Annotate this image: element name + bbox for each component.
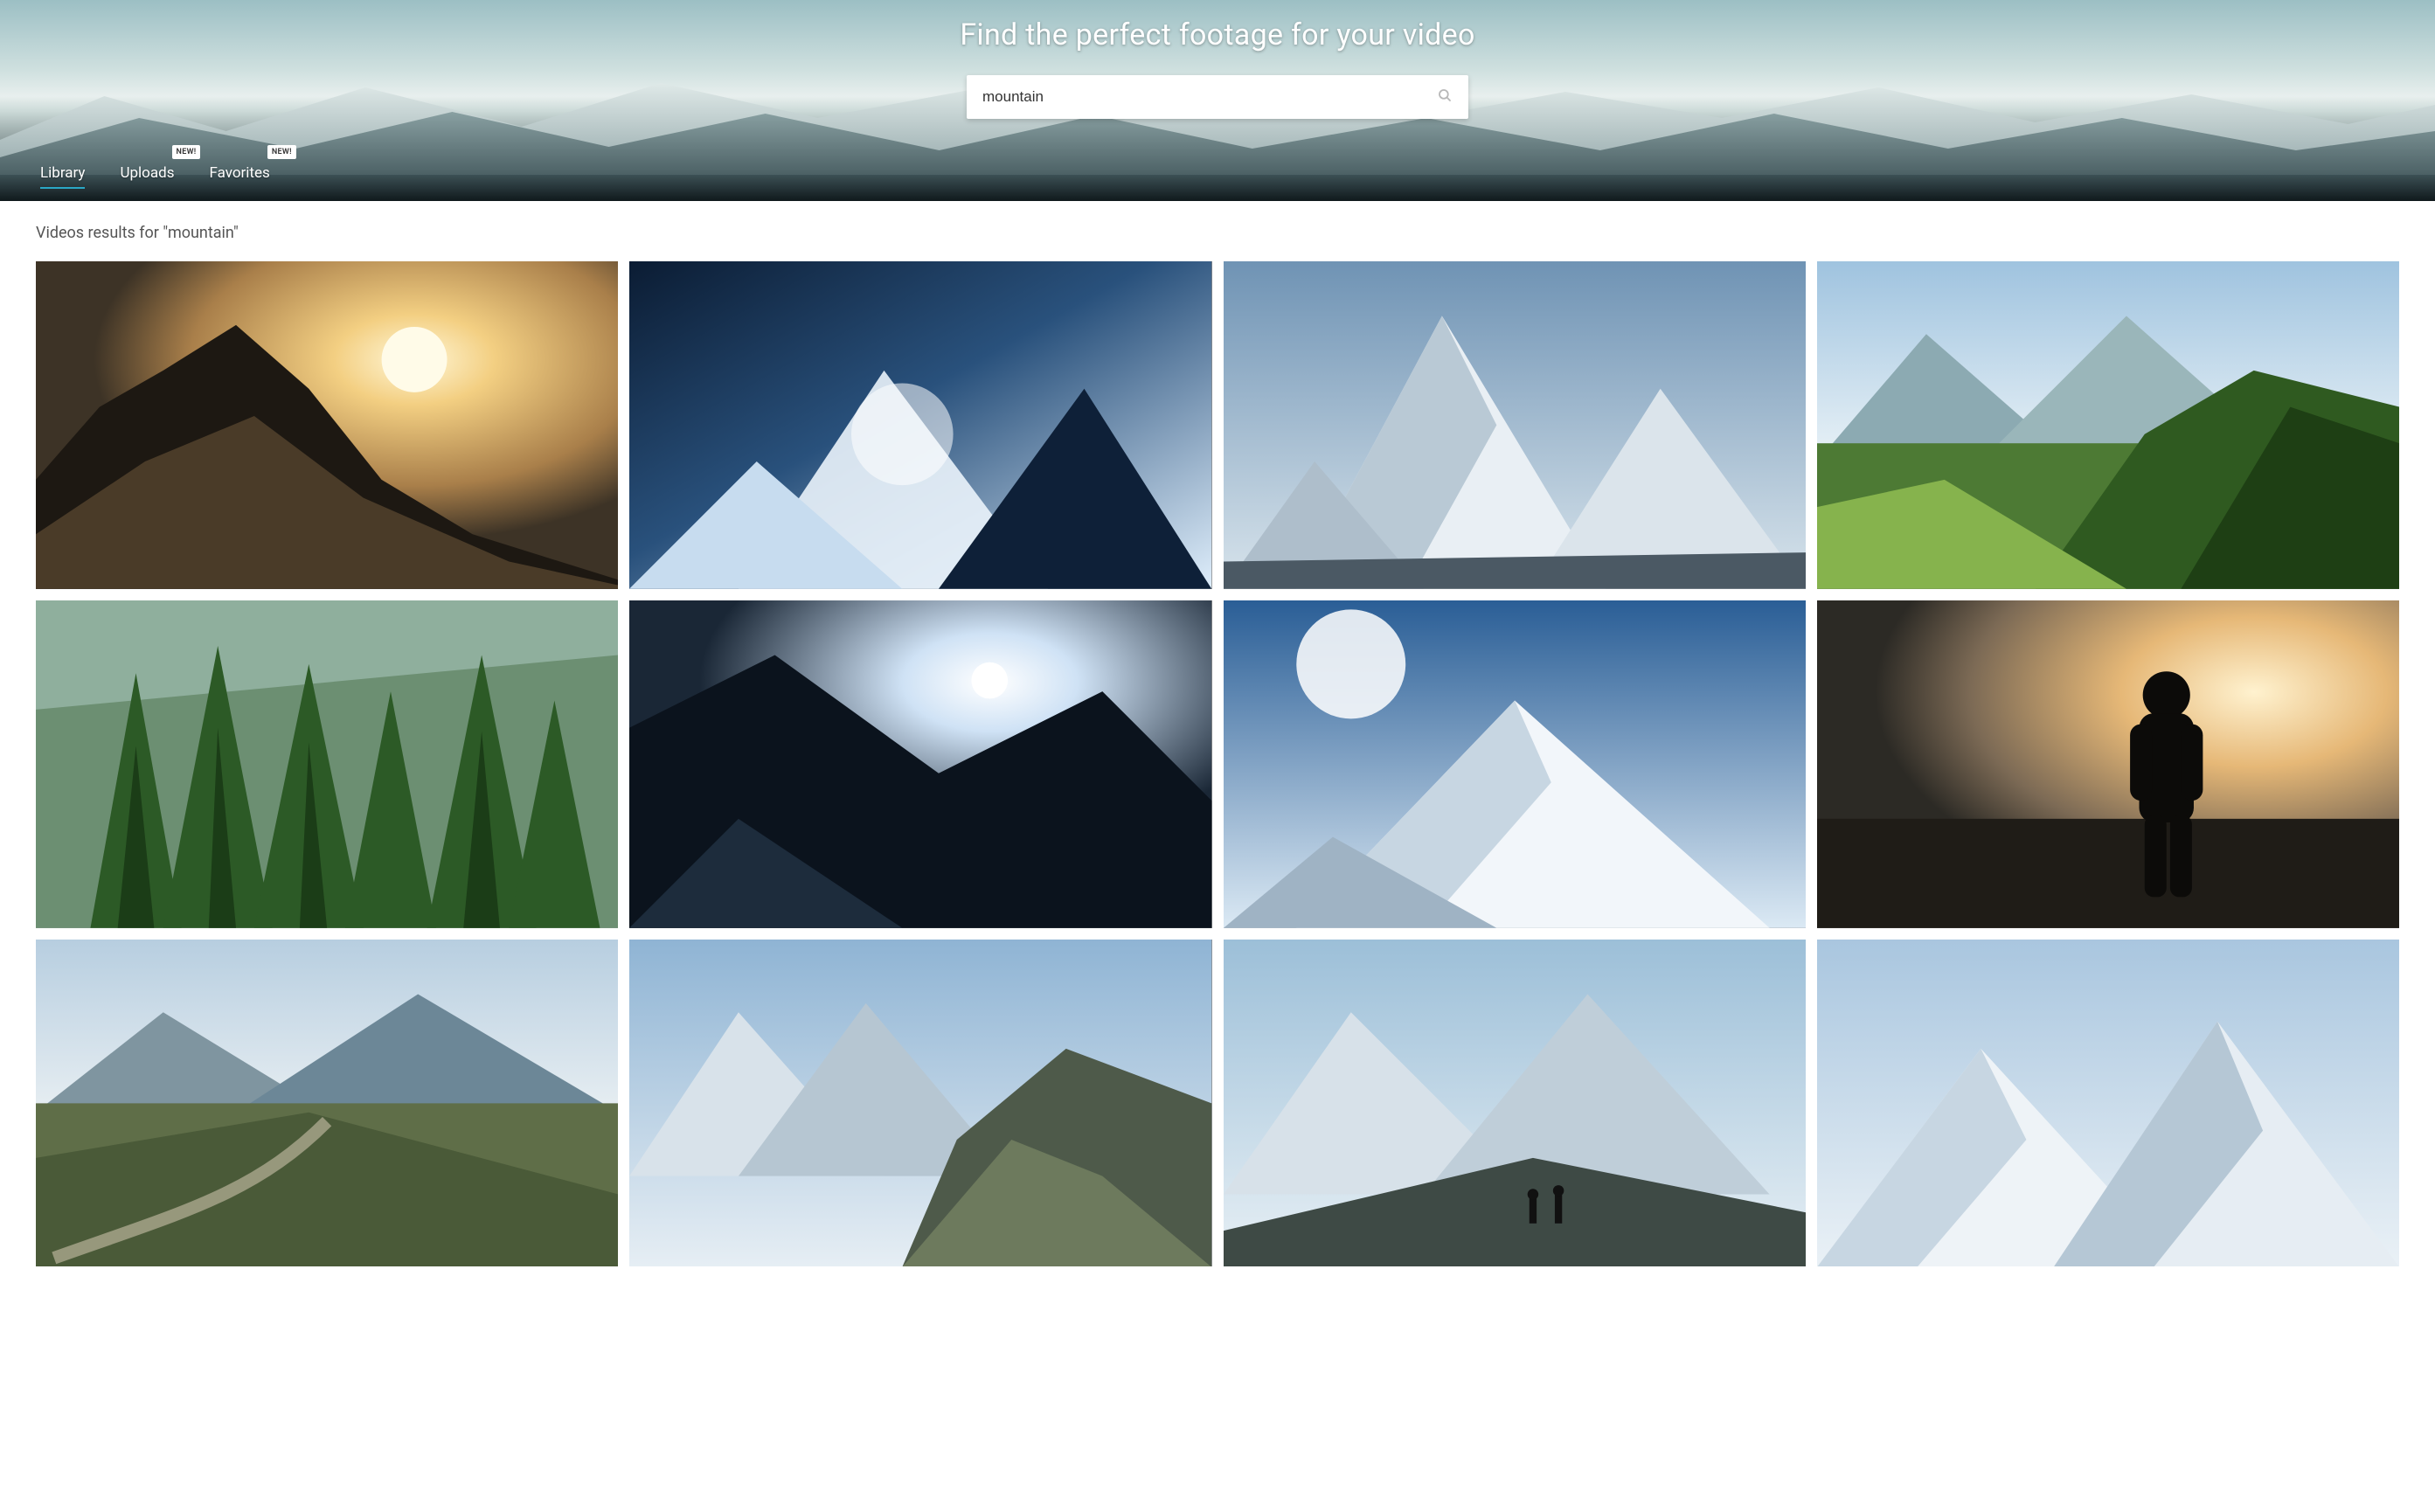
tab-uploads[interactable]: Uploads NEW!: [120, 164, 174, 189]
video-thumb[interactable]: [36, 940, 618, 1267]
tab-label: Favorites: [209, 164, 269, 182]
tab-library[interactable]: Library: [40, 164, 85, 189]
video-thumb[interactable]: [36, 261, 618, 589]
search-bar[interactable]: [967, 75, 1468, 119]
results-section: Videos results for "mountain": [0, 201, 2435, 1301]
tab-label: Uploads: [120, 164, 174, 182]
video-thumb[interactable]: [1817, 600, 2399, 928]
video-thumb[interactable]: [1224, 261, 1806, 589]
video-thumb[interactable]: [1224, 600, 1806, 928]
results-grid: [36, 261, 2399, 1266]
search-icon[interactable]: [1437, 87, 1453, 107]
search-input[interactable]: [982, 88, 1437, 106]
hero-title: Find the perfect footage for your video: [960, 17, 1474, 52]
tab-favorites[interactable]: Favorites NEW!: [209, 164, 269, 189]
tab-label: Library: [40, 164, 85, 182]
new-badge: NEW!: [267, 145, 296, 159]
hero-tabs: Library Uploads NEW! Favorites NEW!: [40, 164, 270, 189]
video-thumb[interactable]: [629, 261, 1211, 589]
video-thumb[interactable]: [629, 940, 1211, 1267]
hero-header: Find the perfect footage for your video …: [0, 0, 2435, 201]
new-badge: NEW!: [172, 145, 201, 159]
video-thumb[interactable]: [1224, 940, 1806, 1267]
video-thumb[interactable]: [1817, 261, 2399, 589]
video-thumb[interactable]: [629, 600, 1211, 928]
video-thumb[interactable]: [1817, 940, 2399, 1267]
results-heading: Videos results for "mountain": [36, 224, 2399, 242]
video-thumb[interactable]: [36, 600, 618, 928]
